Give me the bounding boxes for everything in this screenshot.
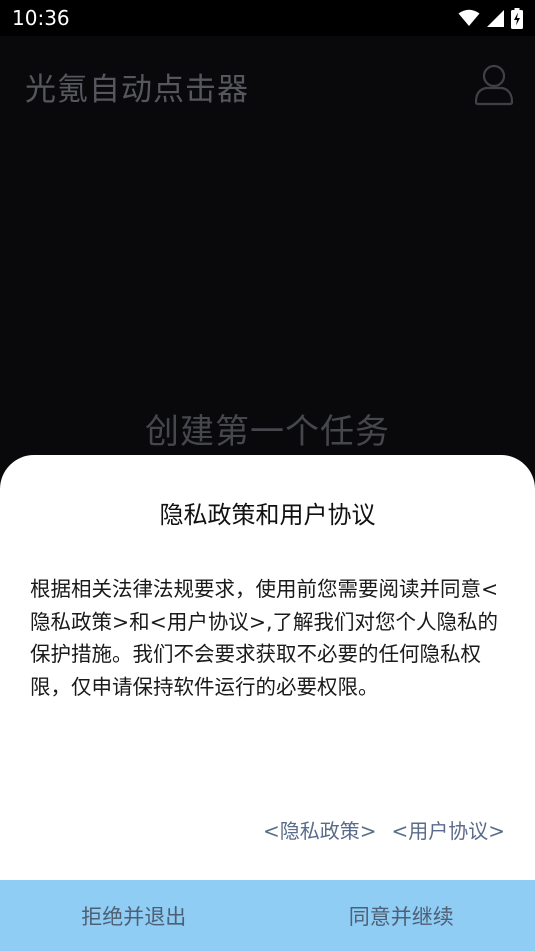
- battery-charging-icon: [511, 7, 523, 29]
- privacy-policy-link[interactable]: <隐私政策>: [263, 815, 377, 844]
- wifi-icon: [458, 9, 480, 26]
- status-bar: 10:36: [0, 0, 535, 36]
- status-time: 10:36: [12, 6, 70, 30]
- decline-exit-button[interactable]: 拒绝并退出: [0, 880, 268, 951]
- status-icons: [458, 7, 523, 29]
- accept-continue-button[interactable]: 同意并继续: [268, 880, 535, 951]
- user-agreement-link[interactable]: <用户协议>: [391, 815, 505, 844]
- dialog-actions: 拒绝并退出 同意并继续: [0, 880, 535, 951]
- privacy-dialog: 隐私政策和用户协议 根据相关法律法规要求，使用前您需要阅读并同意<隐私政策>和<…: [0, 455, 535, 951]
- cellular-signal-icon: [487, 9, 504, 27]
- empty-state-title: 创建第一个任务: [145, 412, 390, 452]
- user-account-icon[interactable]: [474, 62, 514, 106]
- dialog-title: 隐私政策和用户协议: [159, 501, 376, 529]
- dialog-links: <隐私政策> <用户协议>: [263, 815, 505, 844]
- dialog-body: 根据相关法律法规要求，使用前您需要阅读并同意<隐私政策>和<用户协议>,了解我们…: [30, 577, 499, 699]
- app-title: 光氪自动点击器: [25, 72, 249, 108]
